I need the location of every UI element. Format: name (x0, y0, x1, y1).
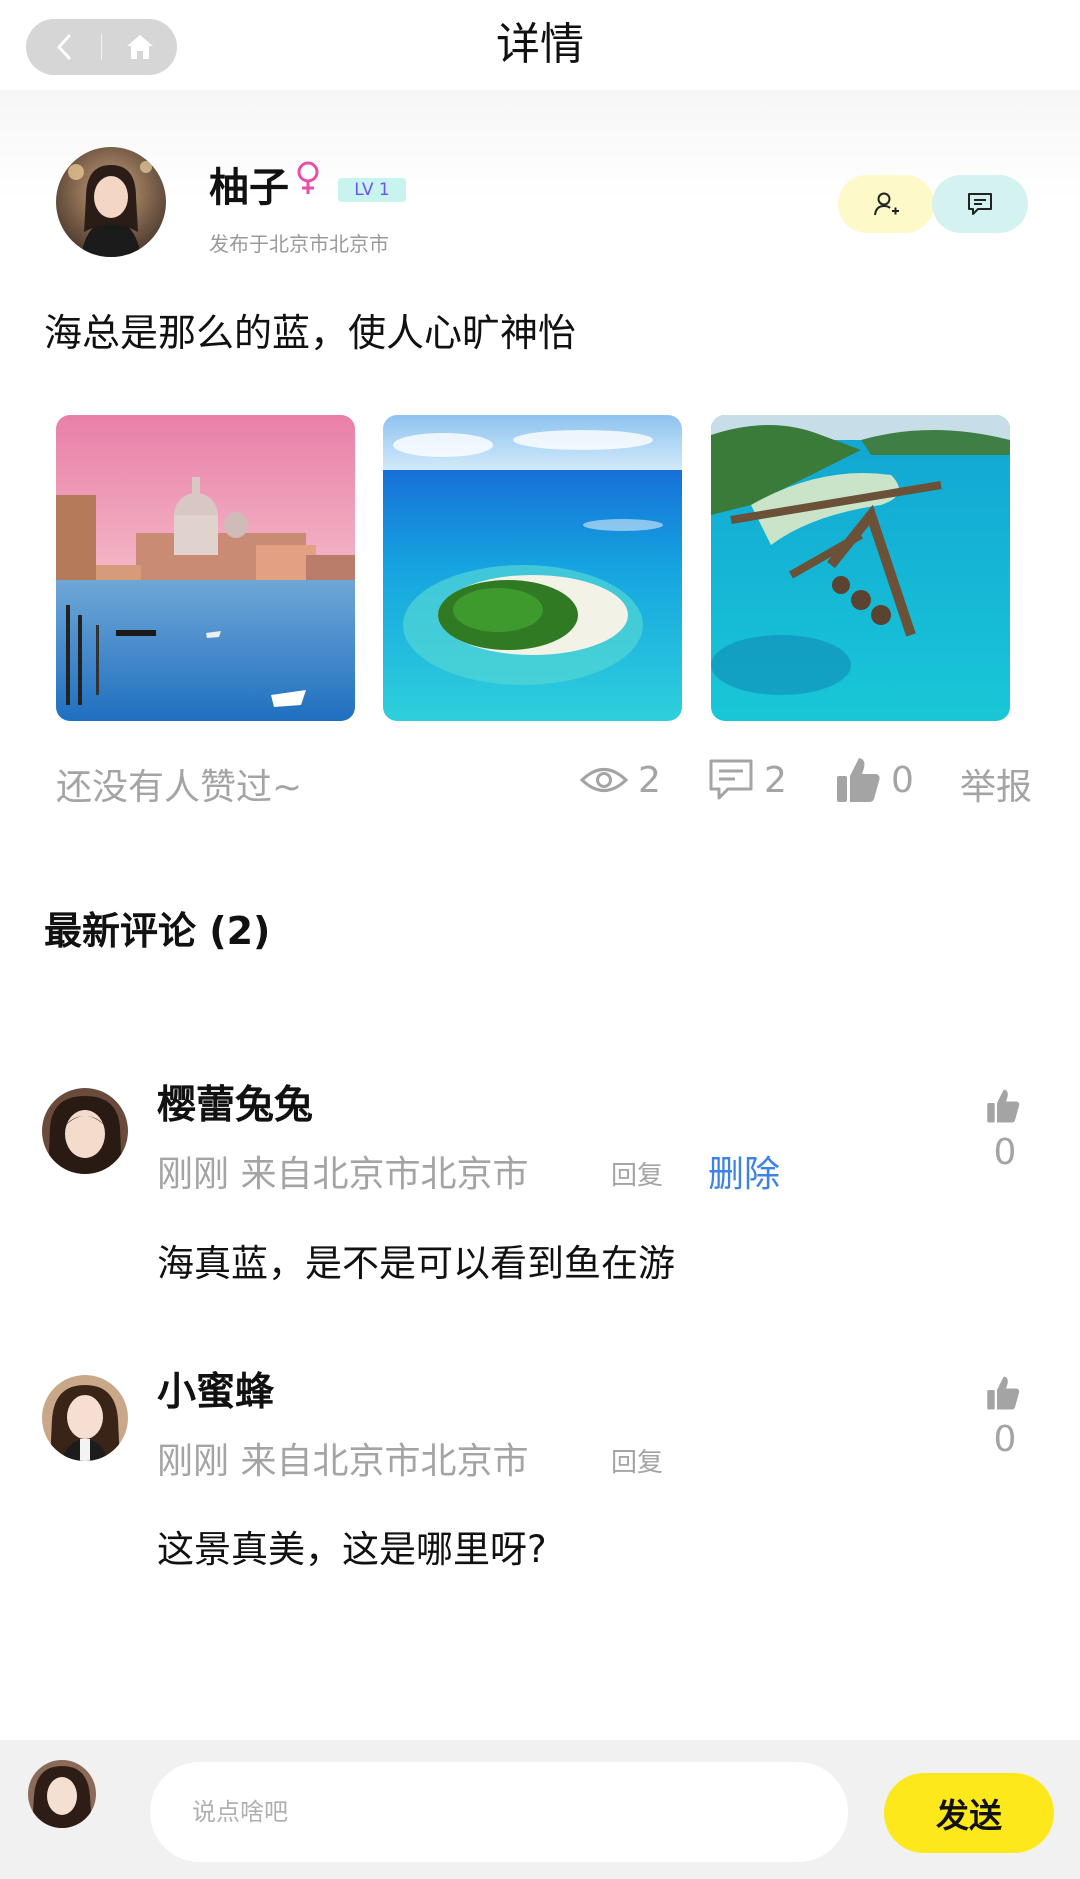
comment-like-button[interactable] (985, 1375, 1025, 1415)
home-button[interactable] (102, 19, 177, 75)
like-count-value: 0 (891, 759, 914, 801)
post-image-island[interactable] (383, 415, 682, 721)
follow-button[interactable] (838, 175, 934, 233)
reply-button[interactable]: 回复 (611, 1155, 663, 1192)
like-button[interactable]: 0 (835, 750, 914, 810)
view-count: 2 (580, 750, 661, 810)
comment-like-count: 0 (993, 1419, 1017, 1460)
view-count-value: 2 (638, 759, 661, 801)
post-image-bungalows[interactable] (711, 415, 1010, 721)
home-icon (126, 35, 153, 59)
header-bar: 详情 (0, 0, 1080, 90)
send-button[interactable]: 发送 (884, 1773, 1054, 1853)
author-name: 柚子 (209, 165, 289, 211)
nav-capsule (26, 19, 177, 75)
level-badge: LV 1 (338, 178, 406, 202)
comment-count-value: 2 (764, 759, 787, 801)
comment-meta: 刚刚 来自北京市北京市 (157, 1441, 529, 1482)
delete-button[interactable]: 删除 (708, 1145, 780, 1197)
thumbs-up-icon (987, 1376, 1020, 1410)
comment-count[interactable]: 2 (708, 750, 787, 810)
comment-like-button[interactable] (985, 1088, 1025, 1128)
message-icon (968, 193, 992, 215)
comments-title: 最新评论 (2) (44, 909, 271, 953)
person-add-icon (874, 192, 899, 216)
current-user-avatar[interactable] (28, 1760, 96, 1828)
comment-author[interactable]: 樱蕾兔兔 (157, 1074, 313, 1130)
comment-meta: 刚刚 来自北京市北京市 (157, 1154, 529, 1195)
thumbs-up-icon (837, 758, 880, 802)
comment-text: 这景真美，这是哪里呀? (157, 1528, 547, 1571)
author-avatar[interactable] (56, 147, 166, 257)
comment-input[interactable] (150, 1762, 848, 1862)
comment-avatar[interactable] (42, 1088, 128, 1174)
back-button[interactable] (26, 19, 101, 75)
female-icon (294, 160, 322, 200)
message-button[interactable] (932, 175, 1028, 233)
likes-summary: 还没有人赞过~ (56, 767, 303, 808)
reply-button[interactable]: 回复 (611, 1442, 663, 1479)
comment-text: 海真蓝，是不是可以看到鱼在游 (157, 1242, 675, 1285)
chevron-left-icon (57, 34, 70, 60)
post-location: 发布于北京市北京市 (209, 232, 389, 256)
post-content: 海总是那么的蓝，使人心旷神怡 (44, 311, 577, 355)
comment-like-count: 0 (993, 1132, 1017, 1173)
eye-icon (580, 768, 628, 792)
post-image-venice[interactable] (56, 415, 355, 721)
comment-author[interactable]: 小蜜蜂 (157, 1361, 274, 1417)
comment-icon (709, 759, 753, 800)
thumbs-up-icon (987, 1089, 1020, 1123)
report-link[interactable]: 举报 (960, 758, 1032, 810)
comment-avatar[interactable] (42, 1375, 128, 1461)
